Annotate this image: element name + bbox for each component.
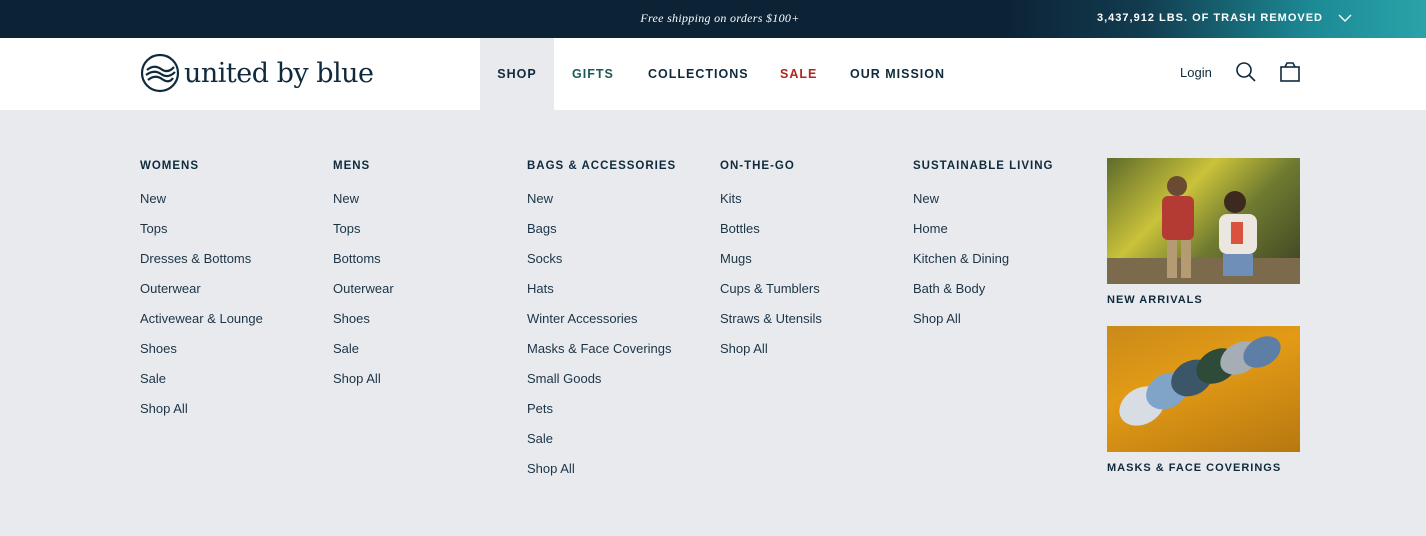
- menu-link[interactable]: Shoes: [140, 341, 263, 371]
- menu-link[interactable]: Bath & Body: [913, 281, 1053, 311]
- menu-column-womens: WOMENS New Tops Dresses & Bottoms Outerw…: [140, 158, 263, 431]
- menu-link[interactable]: New: [913, 191, 1053, 221]
- promo-label[interactable]: NEW ARRIVALS: [1107, 294, 1300, 306]
- menu-column-title[interactable]: WOMENS: [140, 158, 263, 174]
- menu-column-sustainable-living: SUSTAINABLE LIVING New Home Kitchen & Di…: [913, 158, 1053, 341]
- menu-link[interactable]: Bags: [527, 221, 676, 251]
- menu-link[interactable]: Home: [913, 221, 1053, 251]
- promo-label[interactable]: MASKS & FACE COVERINGS: [1107, 462, 1300, 474]
- menu-link[interactable]: Tops: [140, 221, 263, 251]
- menu-link[interactable]: Bottles: [720, 221, 822, 251]
- promo-card-new-arrivals[interactable]: NEW ARRIVALS: [1107, 158, 1300, 306]
- search-icon[interactable]: [1235, 61, 1257, 83]
- trash-removed-counter[interactable]: 3,437,912 LBS. OF TRASH REMOVED: [1097, 12, 1323, 24]
- menu-link[interactable]: Shop All: [333, 371, 394, 401]
- promo-card-masks[interactable]: MASKS & FACE COVERINGS: [1107, 326, 1300, 474]
- menu-link[interactable]: Bottoms: [333, 251, 394, 281]
- menu-link[interactable]: Straws & Utensils: [720, 311, 822, 341]
- masks-image[interactable]: [1107, 326, 1300, 452]
- menu-column-title[interactable]: BAGS & ACCESSORIES: [527, 158, 676, 174]
- menu-link[interactable]: Shop All: [913, 311, 1053, 341]
- menu-link[interactable]: Kits: [720, 191, 822, 221]
- menu-link[interactable]: Small Goods: [527, 371, 676, 401]
- people-photo-illustration: [1107, 176, 1300, 284]
- menu-link[interactable]: New: [527, 191, 676, 221]
- menu-link[interactable]: Masks & Face Coverings: [527, 341, 676, 371]
- menu-column-mens: MENS New Tops Bottoms Outerwear Shoes Sa…: [333, 158, 394, 401]
- chevron-down-icon[interactable]: [1337, 11, 1353, 25]
- masks-photo-illustration: [1119, 336, 1281, 426]
- nav-collections[interactable]: COLLECTIONS: [648, 38, 749, 110]
- announcement-bar: Free shipping on orders $100+ 3,437,912 …: [0, 0, 1426, 38]
- menu-link[interactable]: Kitchen & Dining: [913, 251, 1053, 281]
- menu-column-on-the-go: ON-THE-GO Kits Bottles Mugs Cups & Tumbl…: [720, 158, 822, 371]
- menu-link[interactable]: Activewear & Lounge: [140, 311, 263, 341]
- menu-column-title[interactable]: SUSTAINABLE LIVING: [913, 158, 1053, 174]
- nav-shop[interactable]: SHOP: [480, 38, 554, 110]
- brand-wordmark: united by blue: [184, 57, 374, 89]
- menu-link[interactable]: Outerwear: [333, 281, 394, 311]
- menu-link[interactable]: Sale: [527, 431, 676, 461]
- menu-link[interactable]: Mugs: [720, 251, 822, 281]
- menu-link[interactable]: Cups & Tumblers: [720, 281, 822, 311]
- menu-link[interactable]: Sale: [333, 341, 394, 371]
- brand-logo[interactable]: united by blue: [140, 52, 374, 94]
- menu-link[interactable]: Shop All: [527, 461, 676, 491]
- menu-link[interactable]: Dresses & Bottoms: [140, 251, 263, 281]
- menu-link[interactable]: Hats: [527, 281, 676, 311]
- menu-link[interactable]: Shop All: [140, 401, 263, 431]
- logo-waves-icon: [140, 53, 180, 93]
- menu-link[interactable]: Shoes: [333, 311, 394, 341]
- new-arrivals-image[interactable]: [1107, 158, 1300, 284]
- nav-our-mission[interactable]: OUR MISSION: [850, 38, 945, 110]
- nav-sale[interactable]: SALE: [780, 38, 817, 110]
- menu-link[interactable]: Shop All: [720, 341, 822, 371]
- menu-link[interactable]: Socks: [527, 251, 676, 281]
- menu-link[interactable]: Sale: [140, 371, 263, 401]
- login-link[interactable]: Login: [1180, 65, 1212, 80]
- menu-link[interactable]: Tops: [333, 221, 394, 251]
- menu-link[interactable]: Pets: [527, 401, 676, 431]
- menu-column-title[interactable]: MENS: [333, 158, 394, 174]
- menu-column-bags-accessories: BAGS & ACCESSORIES New Bags Socks Hats W…: [527, 158, 676, 491]
- site-header: united by blue SHOP GIFTS COLLECTIONS SA…: [0, 38, 1426, 110]
- menu-link[interactable]: Outerwear: [140, 281, 263, 311]
- shop-mega-menu: WOMENS New Tops Dresses & Bottoms Outerw…: [0, 110, 1426, 536]
- menu-column-title[interactable]: ON-THE-GO: [720, 158, 822, 174]
- menu-link[interactable]: New: [140, 191, 263, 221]
- nav-gifts[interactable]: GIFTS: [572, 38, 614, 110]
- menu-link[interactable]: Winter Accessories: [527, 311, 676, 341]
- shopping-bag-icon[interactable]: [1279, 61, 1301, 83]
- menu-link[interactable]: New: [333, 191, 394, 221]
